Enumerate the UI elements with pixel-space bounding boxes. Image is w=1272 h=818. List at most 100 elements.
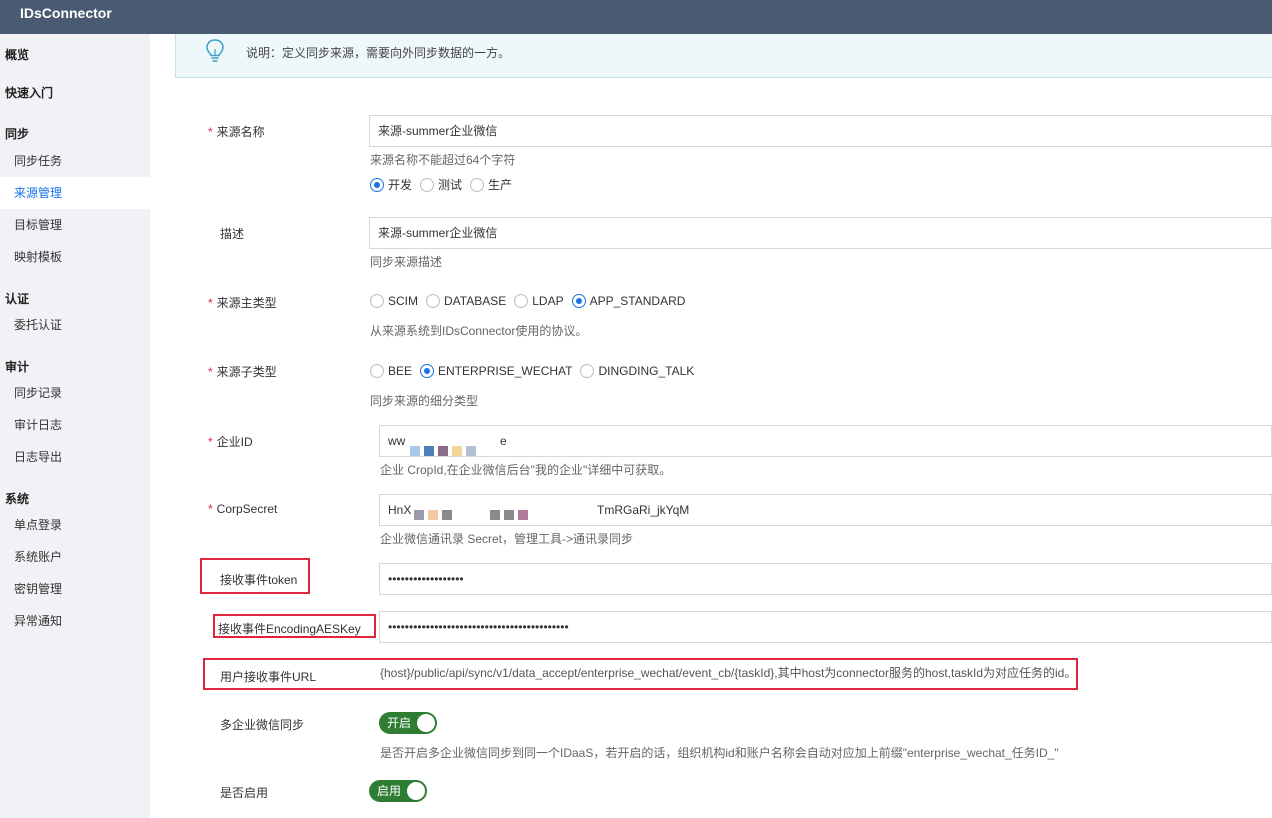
env-radio-prod[interactable]: 生产 [470, 176, 512, 193]
multi-corp-switch[interactable]: 开启 [379, 712, 437, 734]
radio-checked-icon [370, 177, 384, 192]
sub-type-hint: 同步来源的细分类型 [370, 394, 479, 408]
env-radio-group: 开发 测试 生产 [370, 176, 520, 193]
required-mark: * [208, 296, 213, 310]
main-type-radio-scim[interactable]: SCIM [370, 294, 418, 308]
sidebar: 概览 快速入门 同步 同步任务 来源管理 目标管理 映射模板 认证 委托认证 审… [0, 34, 150, 818]
main-type-radio-group: SCIM DATABASE LDAP APP_STANDARD [370, 294, 693, 308]
sub-type-radio-enterprise-wechat[interactable]: ENTERPRISE_WECHAT [420, 364, 572, 378]
radio-unchecked-icon [420, 177, 435, 192]
multi-corp-label: 多企业微信同步 [220, 718, 305, 732]
redacted-mask [410, 437, 480, 456]
main-type-radio-ldap[interactable]: LDAP [514, 294, 564, 308]
required-mark: * [208, 365, 213, 379]
notice-banner: 说明：定义同步来源，需要向外同步数据的一方。 [175, 34, 1272, 78]
sub-type-radio-bee-label: BEE [388, 364, 413, 378]
sidebar-item-mapping-templates[interactable]: 映射模板 [0, 241, 150, 273]
aes-key-input[interactable]: ••••••••••••••••••••••••••••••••••••••••… [379, 611, 1272, 643]
main-type-radio-app-standard[interactable]: APP_STANDARD [571, 294, 686, 308]
redacted-mask [414, 501, 532, 525]
sub-type-radio-dingding-talk-label: DINGDING_TALK [598, 364, 695, 378]
corp-id-value-prefix: ww [388, 434, 406, 448]
token-label: 接收事件token [220, 573, 298, 587]
sidebar-item-quickstart[interactable]: 快速入门 [5, 84, 53, 101]
required-mark: * [208, 435, 213, 449]
radio-unchecked-icon [580, 364, 595, 378]
corp-id-input[interactable]: ww e [379, 425, 1272, 457]
radio-unchecked-icon [426, 294, 440, 308]
aes-key-label: 接收事件EncodingAESKey [218, 622, 361, 636]
sidebar-item-key-management[interactable]: 密钥管理 [0, 573, 150, 605]
sub-type-label: * 来源子类型 [208, 363, 277, 380]
source-name-label: * 来源名称 [208, 123, 265, 140]
corp-id-value-suffix: e [500, 434, 507, 448]
token-input[interactable]: •••••••••••••••••• [379, 563, 1272, 595]
enabled-switch-text: 启用 [377, 784, 402, 798]
radio-unchecked-icon [470, 177, 485, 192]
source-name-hint: 来源名称不能超过64个字符 [370, 153, 516, 167]
env-radio-dev-label: 开发 [388, 178, 413, 192]
corp-id-hint: 企业 CropId,在企业微信后台"我的企业"详细中可获取。 [380, 463, 672, 477]
required-mark: * [208, 125, 213, 139]
corp-secret-label: * CorpSecret [208, 502, 277, 516]
app-title: IDsConnector [20, 5, 112, 21]
sidebar-item-delegated-auth[interactable]: 委托认证 [0, 309, 150, 341]
corp-secret-value-prefix: HnX [388, 503, 412, 517]
sidebar-item-system-accounts[interactable]: 系统账户 [0, 541, 150, 573]
radio-unchecked-icon [514, 294, 529, 308]
event-url-value: {host}/public/api/sync/v1/data_accept/en… [380, 666, 1077, 680]
env-radio-prod-label: 生产 [488, 178, 513, 192]
sub-type-radio-bee[interactable]: BEE [370, 364, 412, 378]
sub-type-radio-dingding-talk[interactable]: DINGDING_TALK [580, 364, 694, 378]
source-name-label-text: 来源名称 [216, 125, 265, 139]
description-hint: 同步来源描述 [370, 255, 443, 269]
sidebar-group-auth: 认证 [5, 292, 30, 306]
switch-knob [407, 782, 425, 800]
sidebar-item-audit-logs[interactable]: 审计日志 [0, 409, 150, 441]
main-type-radio-app-standard-label: APP_STANDARD [589, 294, 686, 308]
env-radio-dev[interactable]: 开发 [370, 176, 412, 193]
radio-checked-icon [571, 294, 586, 308]
sidebar-item-overview[interactable]: 概览 [5, 46, 29, 63]
corp-secret-hint: 企业微信通讯录 Secret，管理工具->通讯录同步 [380, 532, 634, 546]
sidebar-item-sync-records[interactable]: 同步记录 [0, 377, 150, 409]
main-type-radio-database-label: DATABASE [444, 294, 507, 308]
sidebar-item-log-export[interactable]: 日志导出 [0, 441, 150, 473]
corp-id-label-text: 企业ID [216, 435, 253, 449]
switch-knob [417, 714, 435, 732]
event-url-label: 用户接收事件URL [220, 670, 317, 684]
main-content: 说明：定义同步来源，需要向外同步数据的一方。 * 来源名称 来源-summer企业… [150, 34, 1272, 818]
radio-unchecked-icon [370, 294, 384, 308]
sub-type-label-text: 来源子类型 [216, 365, 277, 379]
enabled-switch[interactable]: 启用 [369, 780, 427, 802]
corp-secret-label-text: CorpSecret [216, 502, 278, 516]
env-radio-test-label: 测试 [438, 178, 463, 192]
sidebar-item-target-management[interactable]: 目标管理 [0, 209, 150, 241]
radio-unchecked-icon [370, 364, 384, 378]
multi-corp-hint: 是否开启多企业微信同步到同一个IDaaS，若开启的话，组织机构id和账户名称会自… [380, 746, 1059, 760]
env-radio-test[interactable]: 测试 [420, 176, 462, 193]
sidebar-item-alerts[interactable]: 异常通知 [0, 605, 150, 637]
notice-text: 说明：定义同步来源，需要向外同步数据的一方。 [246, 46, 511, 60]
corp-secret-input[interactable]: HnX TmRGaRi_jkYqM [379, 494, 1272, 526]
sidebar-item-sync-tasks[interactable]: 同步任务 [0, 145, 150, 177]
lightbulb-icon [206, 39, 224, 62]
main-type-label: * 来源主类型 [208, 294, 277, 311]
main-type-radio-ldap-label: LDAP [532, 294, 564, 308]
sub-type-radio-group: BEE ENTERPRISE_WECHAT DINGDING_TALK [370, 364, 702, 378]
sidebar-item-source-management[interactable]: 来源管理 [0, 177, 150, 209]
main-type-radio-database[interactable]: DATABASE [426, 294, 506, 308]
multi-corp-switch-text: 开启 [387, 716, 412, 730]
required-mark: * [208, 502, 213, 516]
sidebar-item-sso[interactable]: 单点登录 [0, 509, 150, 541]
main-type-radio-scim-label: SCIM [388, 294, 418, 308]
source-name-input[interactable]: 来源-summer企业微信 [369, 115, 1272, 147]
radio-checked-icon [420, 364, 435, 378]
description-input[interactable]: 来源-summer企业微信 [369, 217, 1272, 249]
sidebar-group-audit: 审计 [5, 360, 30, 374]
main-type-label-text: 来源主类型 [216, 296, 277, 310]
description-label: 描述 [220, 227, 245, 241]
enabled-label: 是否启用 [220, 786, 269, 800]
sidebar-group-system: 系统 [5, 492, 30, 506]
corp-id-label: * 企业ID [208, 433, 253, 450]
